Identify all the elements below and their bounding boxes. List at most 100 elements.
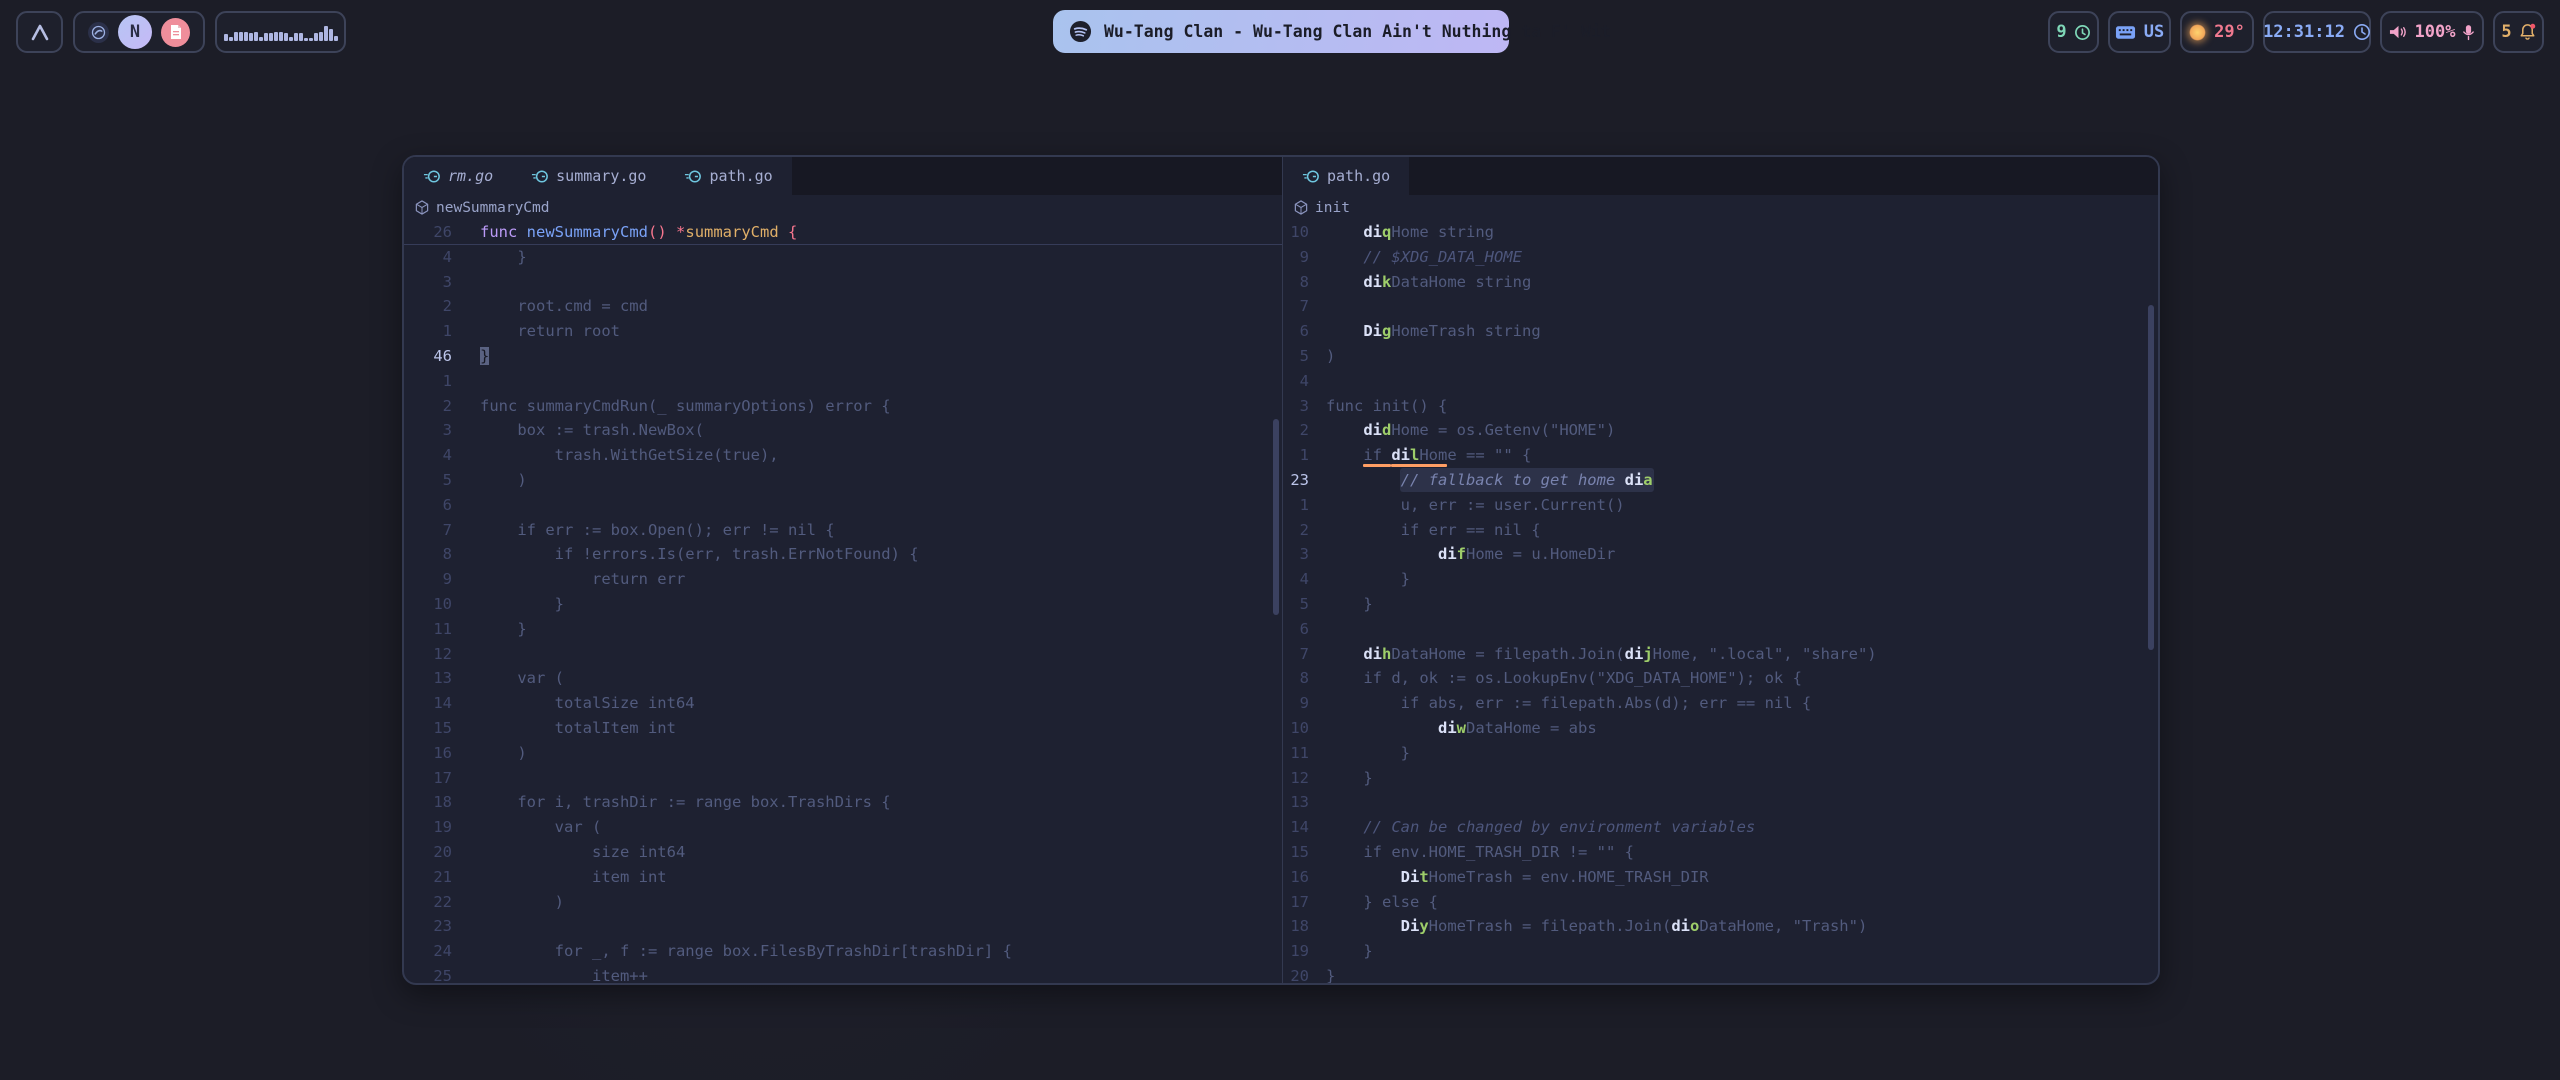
code-line[interactable]: 12 } <box>1283 766 2158 791</box>
code-line[interactable]: 18 DiyHomeTrash = filepath.Join(dioDataH… <box>1283 914 2158 939</box>
breadcrumb-symbol: newSummaryCmd <box>436 200 550 216</box>
code-line[interactable]: 13 <box>1283 790 2158 815</box>
code-line[interactable]: 46} <box>404 344 1282 369</box>
tab-summary.go[interactable]: summary.go <box>512 157 665 195</box>
app-launcher-button[interactable] <box>16 11 63 53</box>
left-scrollbar[interactable] <box>1273 419 1279 615</box>
now-playing-widget[interactable]: Wu-Tang Clan - Wu-Tang Clan Ain't Nuthin… <box>1053 10 1509 53</box>
line-number: 6 <box>1283 617 1309 642</box>
code-line[interactable]: 24 for _, f := range box.FilesByTrashDir… <box>404 939 1282 964</box>
code-line[interactable]: 3func init() { <box>1283 394 2158 419</box>
line-number: 15 <box>404 716 452 741</box>
files-icon[interactable] <box>161 18 190 47</box>
tab-path.go[interactable]: path.go <box>1283 157 1409 195</box>
code-line[interactable]: 18 for i, trashDir := range box.TrashDir… <box>404 790 1282 815</box>
browser-icon[interactable] <box>88 22 109 43</box>
left-code-area[interactable]: 26func newSummaryCmd() *summaryCmd {4 }3… <box>404 220 1282 983</box>
notifications-widget[interactable]: 5 <box>2493 11 2544 53</box>
code-line[interactable]: 17 <box>404 766 1282 791</box>
visualizer-bar <box>274 32 278 41</box>
code-text: DitHomeTrash = env.HOME_TRASH_DIR <box>1309 865 2158 890</box>
code-line[interactable]: 19 } <box>1283 939 2158 964</box>
code-line[interactable]: 16 ) <box>404 741 1282 766</box>
neovim-icon[interactable]: N <box>118 15 152 49</box>
code-line[interactable]: 9 return err <box>404 567 1282 592</box>
code-line[interactable]: 23 <box>404 914 1282 939</box>
code-line[interactable]: 19 var ( <box>404 815 1282 840</box>
code-line[interactable]: 2 root.cmd = cmd <box>404 294 1282 319</box>
code-line[interactable]: 3 box := trash.NewBox( <box>404 418 1282 443</box>
weather-widget[interactable]: 29° <box>2180 11 2254 53</box>
line-number: 14 <box>1283 815 1309 840</box>
line-number: 22 <box>404 890 452 915</box>
code-line[interactable]: 3 difHome = u.HomeDir <box>1283 542 2158 567</box>
code-line[interactable]: 7 dihDataHome = filepath.Join(dijHome, "… <box>1283 642 2158 667</box>
code-line[interactable]: 14 totalSize int64 <box>404 691 1282 716</box>
code-line[interactable]: 6 DigHomeTrash string <box>1283 319 2158 344</box>
line-number: 1 <box>404 369 452 394</box>
code-line[interactable]: 2 if err == nil { <box>1283 518 2158 543</box>
code-line[interactable]: 2 didHome = os.Getenv("HOME") <box>1283 418 2158 443</box>
right-scrollbar[interactable] <box>2148 305 2154 650</box>
code-line[interactable]: 4 <box>1283 369 2158 394</box>
code-text: totalSize int64 <box>452 691 1282 716</box>
code-line[interactable]: 21 item int <box>404 865 1282 890</box>
code-line[interactable]: 5) <box>1283 344 2158 369</box>
launcher-arrow-icon <box>28 21 52 43</box>
code-line[interactable]: 1 u, err := user.Current() <box>1283 493 2158 518</box>
clock-widget[interactable]: 12:31:12 <box>2263 11 2371 53</box>
code-line[interactable]: 4 } <box>1283 567 2158 592</box>
code-line[interactable]: 9 if abs, err := filepath.Abs(d); err ==… <box>1283 691 2158 716</box>
line-number: 2 <box>404 294 452 319</box>
code-line[interactable]: 1 if dilHome == "" { <box>1283 443 2158 468</box>
line-number: 10 <box>404 592 452 617</box>
code-line[interactable]: 23 // fallback to get home dia <box>1283 468 2158 493</box>
code-line[interactable]: 8 dikDataHome string <box>1283 270 2158 295</box>
code-line[interactable]: 15 if env.HOME_TRASH_DIR != "" { <box>1283 840 2158 865</box>
code-line[interactable]: 6 <box>1283 617 2158 642</box>
code-line[interactable]: 3 <box>404 270 1282 295</box>
code-line[interactable]: 25 item++ <box>404 964 1282 983</box>
code-line[interactable]: 8 if !errors.Is(err, trash.ErrNotFound) … <box>404 542 1282 567</box>
code-line[interactable]: 20 size int64 <box>404 840 1282 865</box>
visualizer-bar <box>279 32 283 41</box>
code-line[interactable]: 4 trash.WithGetSize(true), <box>404 443 1282 468</box>
code-text: root.cmd = cmd <box>452 294 1282 319</box>
code-line[interactable]: 13 var ( <box>404 666 1282 691</box>
code-line[interactable]: 22 ) <box>404 890 1282 915</box>
audio-widget[interactable]: 100% <box>2380 11 2484 53</box>
code-line[interactable]: 15 totalItem int <box>404 716 1282 741</box>
code-text: } <box>1309 592 2158 617</box>
left-tabstrip: rm.gosummary.gopath.go <box>404 157 1282 195</box>
code-line[interactable]: 8 if d, ok := os.LookupEnv("XDG_DATA_HOM… <box>1283 666 2158 691</box>
updates-widget[interactable]: 9 <box>2048 11 2099 53</box>
code-line[interactable]: 1 return root <box>404 319 1282 344</box>
tab-path.go[interactable]: path.go <box>665 157 791 195</box>
keyboard-layout-widget[interactable]: US <box>2108 11 2171 53</box>
line-number: 18 <box>404 790 452 815</box>
code-line[interactable]: 7 if err := box.Open(); err != nil { <box>404 518 1282 543</box>
right-code-area[interactable]: 10 diqHome string9 // $XDG_DATA_HOME8 di… <box>1283 220 2158 983</box>
code-text <box>452 270 1282 295</box>
code-line[interactable]: 6 <box>404 493 1282 518</box>
code-line[interactable]: 10 } <box>404 592 1282 617</box>
code-line[interactable]: 10 diqHome string <box>1283 220 2158 245</box>
code-line[interactable]: 7 <box>1283 294 2158 319</box>
code-line[interactable]: 20} <box>1283 964 2158 983</box>
code-line[interactable]: 9 // $XDG_DATA_HOME <box>1283 245 2158 270</box>
line-number: 2 <box>404 394 452 419</box>
code-line[interactable]: 11 } <box>1283 741 2158 766</box>
code-line[interactable]: 10 diwDataHome = abs <box>1283 716 2158 741</box>
code-line[interactable]: 4 } <box>404 245 1282 270</box>
code-line[interactable]: 11 } <box>404 617 1282 642</box>
code-line[interactable]: 2func summaryCmdRun(_ summaryOptions) er… <box>404 394 1282 419</box>
code-line[interactable]: 12 <box>404 642 1282 667</box>
code-line[interactable]: 5 } <box>1283 592 2158 617</box>
code-line[interactable]: 17 } else { <box>1283 890 2158 915</box>
code-line[interactable]: 1 <box>404 369 1282 394</box>
code-line[interactable]: 16 DitHomeTrash = env.HOME_TRASH_DIR <box>1283 865 2158 890</box>
code-line[interactable]: 14 // Can be changed by environment vari… <box>1283 815 2158 840</box>
tab-rm.go[interactable]: rm.go <box>404 157 512 195</box>
code-line[interactable]: 26func newSummaryCmd() *summaryCmd { <box>404 220 1282 245</box>
code-line[interactable]: 5 ) <box>404 468 1282 493</box>
